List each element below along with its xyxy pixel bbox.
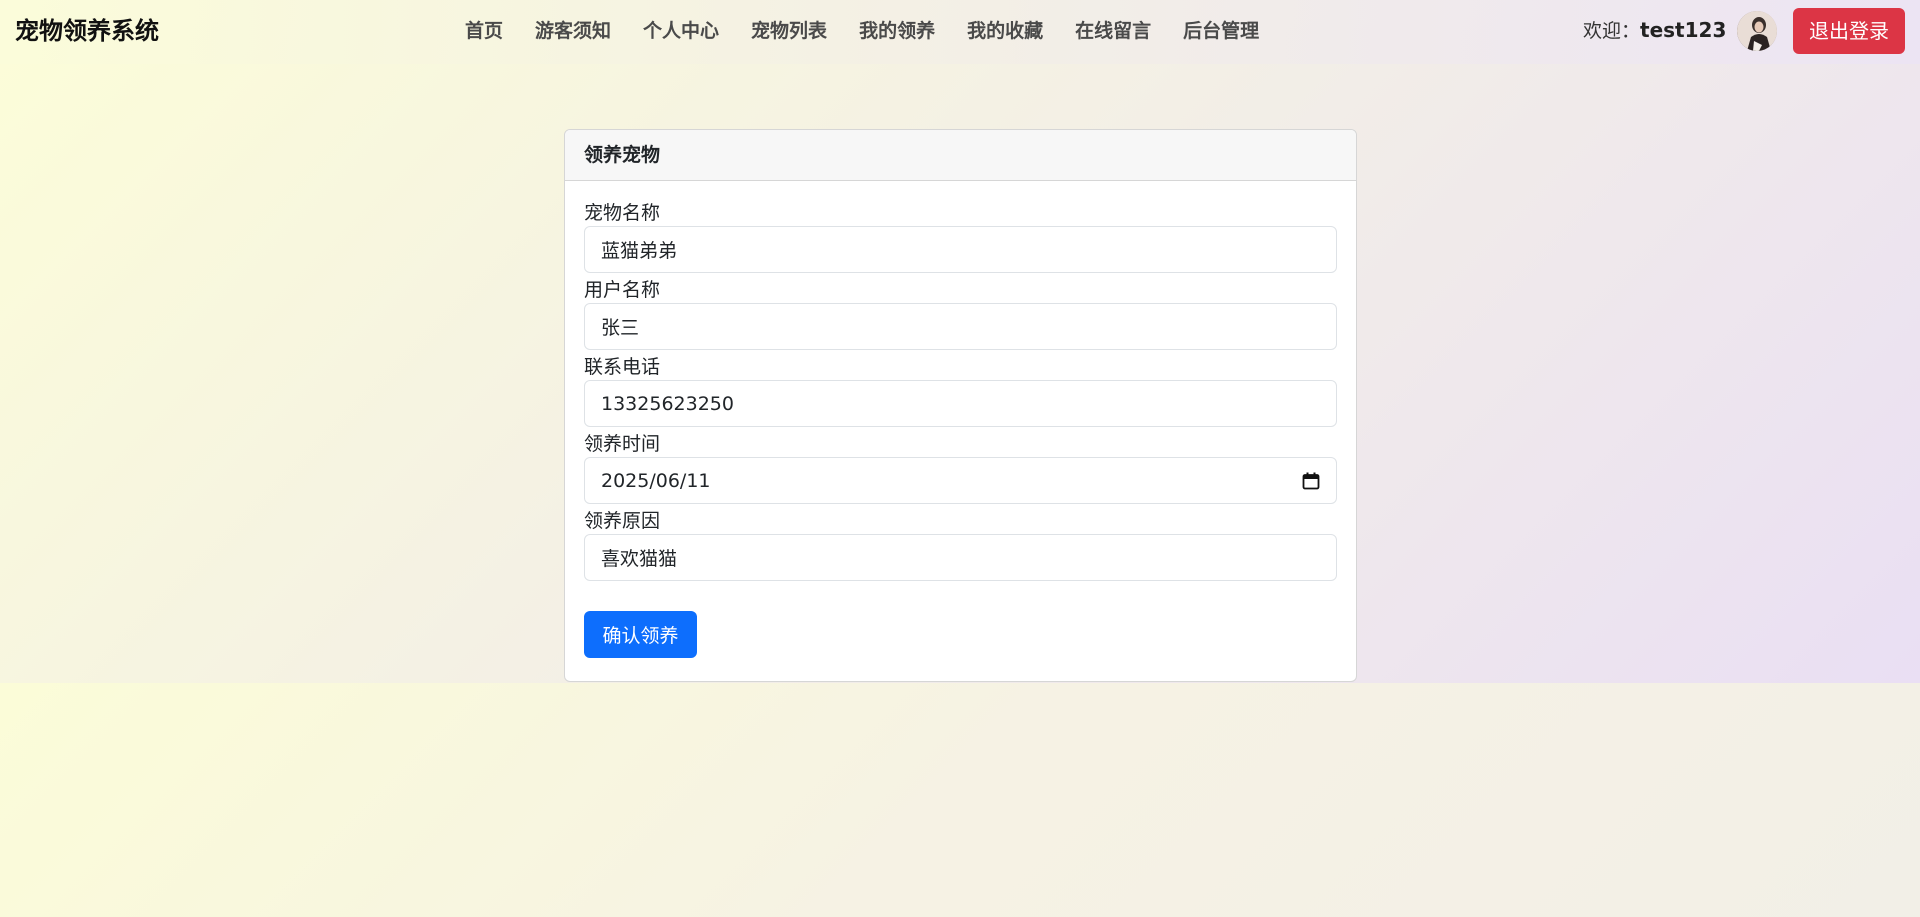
adopt-date-value: 2025/06/11: [601, 469, 711, 492]
nav-item-pet-list[interactable]: 宠物列表: [735, 14, 843, 48]
nav-item-visitor-notice[interactable]: 游客须知: [519, 14, 627, 48]
welcome-prefix: 欢迎：: [1583, 20, 1641, 42]
adopt-date-label: 领养时间: [584, 433, 661, 455]
adopt-pet-card: 领养宠物 宠物名称 蓝猫弟弟 用户名称 张三 联系电话 13325623250 …: [564, 129, 1357, 682]
adopt-reason-value: 喜欢猫猫: [601, 548, 678, 570]
pet-name-value: 蓝猫弟弟: [601, 240, 678, 262]
nav-item-my-adoptions[interactable]: 我的领养: [843, 14, 951, 48]
phone-value: 13325623250: [601, 392, 734, 415]
nav-item-home[interactable]: 首页: [449, 14, 519, 48]
avatar[interactable]: [1737, 11, 1777, 51]
phone-label: 联系电话: [584, 356, 661, 378]
user-name-label: 用户名称: [584, 279, 661, 301]
page-background-lower: [0, 683, 1920, 917]
nav-item-online-message[interactable]: 在线留言: [1059, 14, 1167, 48]
pet-name-label: 宠物名称: [584, 202, 661, 224]
logout-button[interactable]: 退出登录: [1793, 8, 1905, 54]
top-navbar: 宠物领养系统 首页 游客须知 个人中心 宠物列表 我的领养 我的收藏 在线留言 …: [0, 0, 1920, 64]
nav-item-my-favorites[interactable]: 我的收藏: [951, 14, 1059, 48]
calendar-icon[interactable]: [1302, 472, 1320, 490]
avatar-photo-icon: [1737, 11, 1777, 51]
adopt-reason-label: 领养原因: [584, 510, 661, 532]
pet-name-input[interactable]: 蓝猫弟弟: [584, 226, 1337, 273]
confirm-adopt-button[interactable]: 确认领养: [584, 611, 697, 658]
card-title: 领养宠物: [565, 130, 1356, 181]
user-name-value: 张三: [601, 317, 640, 339]
nav-menu: 首页 游客须知 个人中心 宠物列表 我的领养 我的收藏 在线留言 后台管理: [449, 14, 1275, 48]
username: test123: [1640, 18, 1727, 42]
nav-item-personal-center[interactable]: 个人中心: [627, 14, 735, 48]
adopt-form: 宠物名称 蓝猫弟弟 用户名称 张三 联系电话 13325623250 领养时间 …: [565, 181, 1356, 658]
adopt-reason-input[interactable]: 喜欢猫猫: [584, 534, 1337, 581]
brand-title[interactable]: 宠物领养系统: [15, 14, 159, 48]
nav-item-admin[interactable]: 后台管理: [1167, 14, 1275, 48]
adopt-date-input[interactable]: 2025/06/11: [584, 457, 1337, 504]
user-name-input[interactable]: 张三: [584, 303, 1337, 350]
phone-input[interactable]: 13325623250: [584, 380, 1337, 427]
welcome-text: 欢迎：test123: [1583, 14, 1726, 47]
